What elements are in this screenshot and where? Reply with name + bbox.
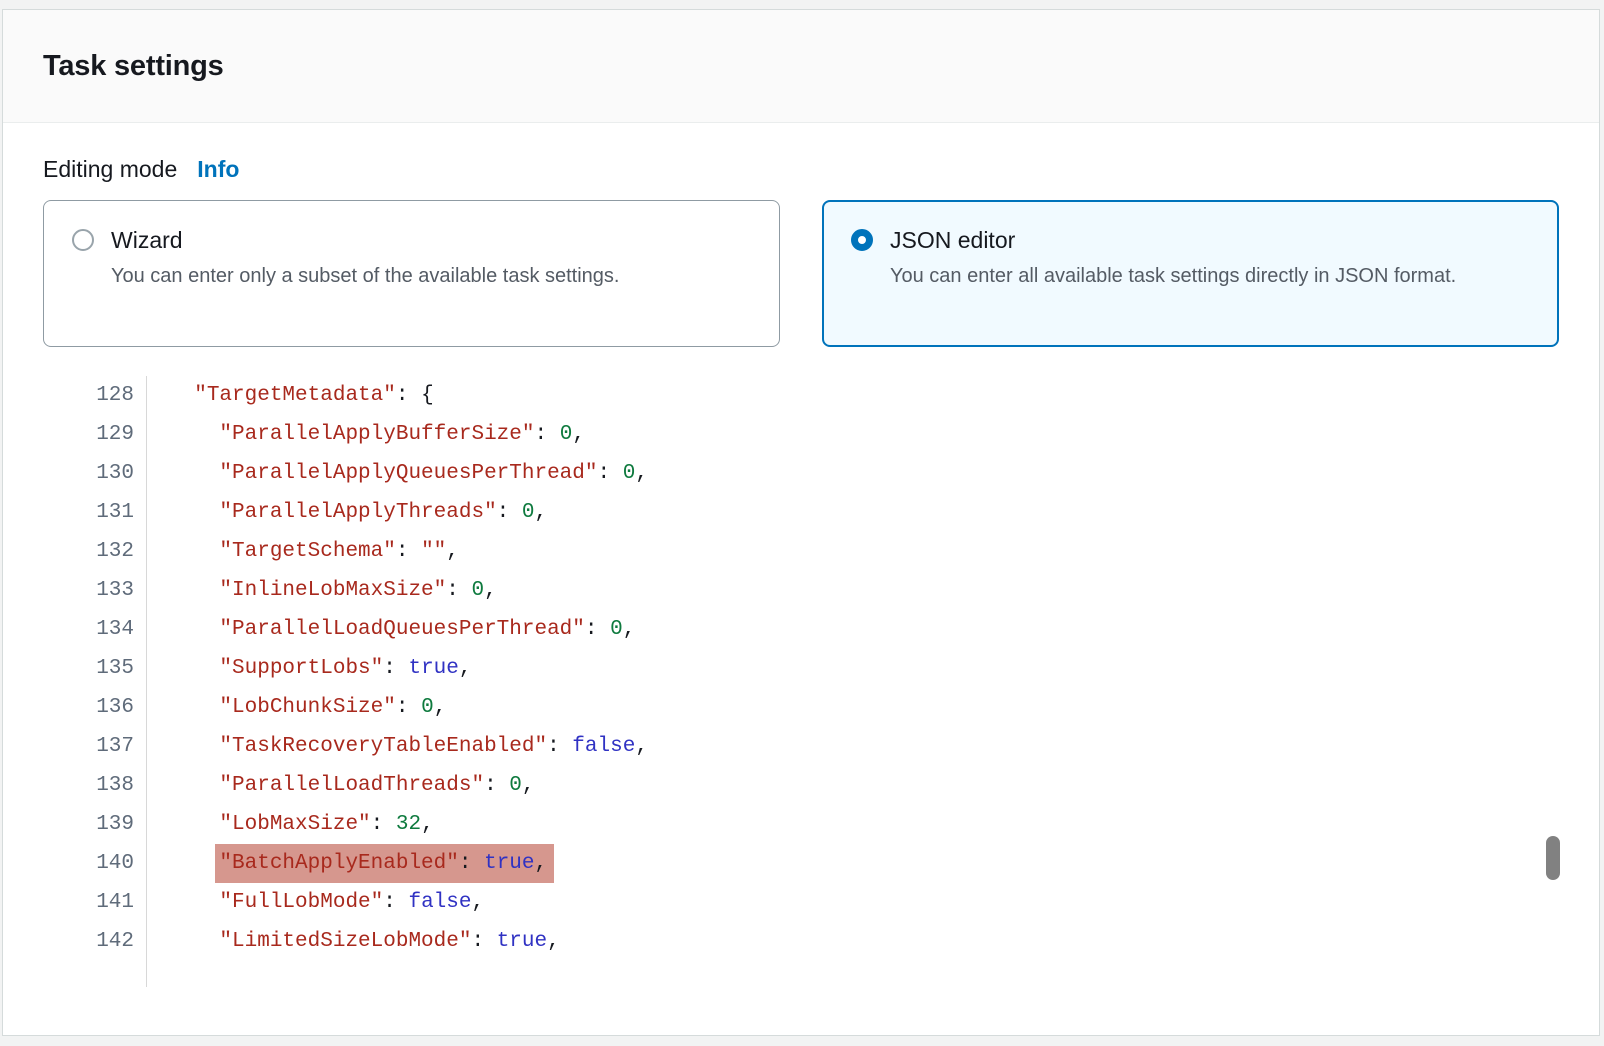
wizard-texts: Wizard You can enter only a subset of th… — [111, 224, 619, 292]
editing-mode-label: Editing mode — [43, 156, 177, 183]
code-line: 133 "InlineLobMaxSize": 0, — [43, 571, 1559, 610]
panel-header: Task settings — [3, 10, 1599, 123]
code-line: 142 "LimitedSizeLobMode": true, — [43, 922, 1559, 961]
line-number: 141 — [43, 883, 147, 922]
code-line: 138 "ParallelLoadThreads": 0, — [43, 766, 1559, 805]
code-text: "LobChunkSize": 0, — [147, 688, 446, 727]
info-link[interactable]: Info — [197, 156, 239, 183]
json-editor-label: JSON editor — [890, 224, 1456, 256]
line-number: 136 — [43, 688, 147, 727]
code-text: "LobMaxSize": 32, — [147, 805, 434, 844]
code-line: 140 "BatchApplyEnabled": true, — [43, 844, 1559, 883]
code-line: 128 "TargetMetadata": { — [43, 376, 1559, 415]
line-number: 131 — [43, 493, 147, 532]
json-editor-card-row: JSON editor You can enter all available … — [851, 224, 1530, 292]
code-text: "SupportLobs": true, — [147, 649, 472, 688]
editing-mode-row: Editing mode Info — [43, 156, 1559, 183]
wizard-label: Wizard — [111, 224, 619, 256]
code-text: "ParallelLoadThreads": 0, — [147, 766, 535, 805]
code-text: "InlineLobMaxSize": 0, — [147, 571, 497, 610]
code-line: 134 "ParallelLoadQueuesPerThread": 0, — [43, 610, 1559, 649]
code-lines: 128 "TargetMetadata": { 129 "ParallelApp… — [43, 376, 1559, 961]
line-number: 130 — [43, 454, 147, 493]
code-line: 130 "ParallelApplyQueuesPerThread": 0, — [43, 454, 1559, 493]
code-line: 136 "LobChunkSize": 0, — [43, 688, 1559, 727]
line-number: 134 — [43, 610, 147, 649]
line-number: 139 — [43, 805, 147, 844]
line-number: 140 — [43, 844, 147, 883]
code-line: 139 "LobMaxSize": 32, — [43, 805, 1559, 844]
task-settings-panel: Task settings Editing mode Info Wizard Y… — [2, 9, 1600, 1036]
line-number: 135 — [43, 649, 147, 688]
wizard-description: You can enter only a subset of the avail… — [111, 261, 619, 292]
option-card-json-editor[interactable]: JSON editor You can enter all available … — [822, 200, 1559, 347]
wizard-card-row: Wizard You can enter only a subset of th… — [72, 224, 751, 292]
editing-mode-options: Wizard You can enter only a subset of th… — [43, 200, 1559, 347]
code-text: "ParallelApplyQueuesPerThread": 0, — [147, 454, 648, 493]
code-text: "TaskRecoveryTableEnabled": false, — [147, 727, 648, 766]
page-title: Task settings — [43, 50, 224, 83]
wizard-radio[interactable] — [72, 229, 94, 251]
line-number: 129 — [43, 415, 147, 454]
code-line: 141 "FullLobMode": false, — [43, 883, 1559, 922]
code-line: 135 "SupportLobs": true, — [43, 649, 1559, 688]
code-text: "ParallelLoadQueuesPerThread": 0, — [147, 610, 635, 649]
line-number: 142 — [43, 922, 147, 961]
json-editor-radio[interactable] — [851, 229, 873, 251]
code-text: "LimitedSizeLobMode": true, — [147, 922, 560, 961]
json-code-editor[interactable]: 128 "TargetMetadata": { 129 "ParallelApp… — [43, 376, 1559, 987]
line-number: 137 — [43, 727, 147, 766]
line-number: 133 — [43, 571, 147, 610]
code-line: 129 "ParallelApplyBufferSize": 0, — [43, 415, 1559, 454]
code-line: 131 "ParallelApplyThreads": 0, — [43, 493, 1559, 532]
gutter-spacer — [43, 961, 1559, 987]
code-line: 137 "TaskRecoveryTableEnabled": false, — [43, 727, 1559, 766]
code-line: 132 "TargetSchema": "", — [43, 532, 1559, 571]
code-text: "BatchApplyEnabled": true, — [147, 844, 554, 883]
code-text: "ParallelApplyThreads": 0, — [147, 493, 547, 532]
code-text: "FullLobMode": false, — [147, 883, 484, 922]
json-editor-description: You can enter all available task setting… — [890, 261, 1456, 292]
json-editor-texts: JSON editor You can enter all available … — [890, 224, 1456, 292]
vertical-scrollbar-thumb[interactable] — [1546, 836, 1560, 880]
line-number: 138 — [43, 766, 147, 805]
code-text: "ParallelApplyBufferSize": 0, — [147, 415, 585, 454]
line-number: 128 — [43, 376, 147, 415]
line-number: 132 — [43, 532, 147, 571]
code-text: "TargetSchema": "", — [147, 532, 459, 571]
code-text: "TargetMetadata": { — [147, 376, 434, 415]
panel-content: Editing mode Info Wizard You can enter o… — [3, 123, 1599, 987]
option-card-wizard[interactable]: Wizard You can enter only a subset of th… — [43, 200, 780, 347]
